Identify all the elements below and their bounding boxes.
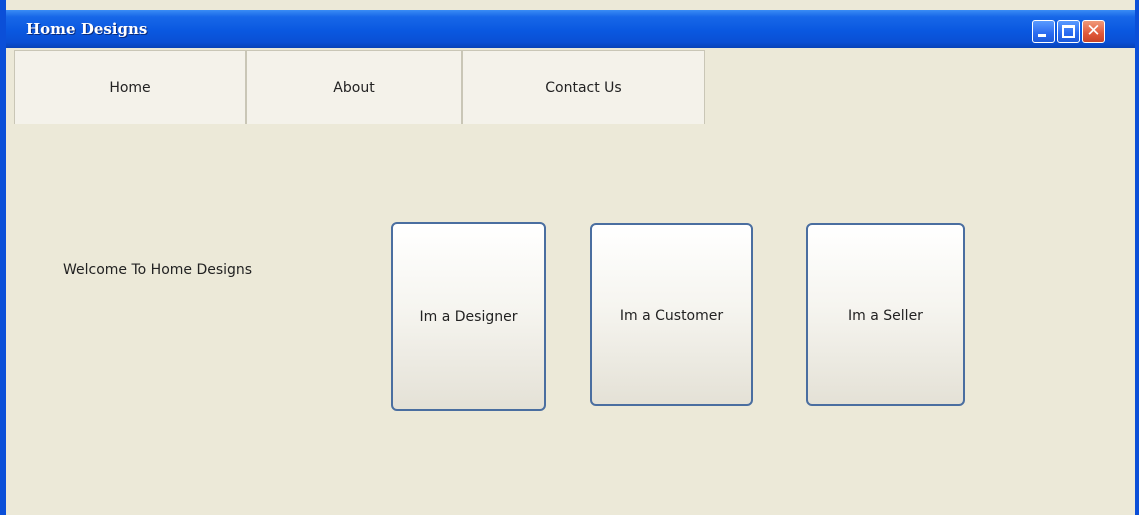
tab-home-label: Home [109, 79, 151, 96]
tab-contact-us-label: Contact Us [545, 79, 622, 96]
customer-button-label: Im a Customer [619, 308, 724, 324]
designer-button[interactable]: Im a Designer [391, 222, 546, 411]
welcome-text: Welcome To Home Designs [63, 262, 253, 278]
customer-button[interactable]: Im a Customer [590, 223, 753, 406]
window-title: Home Designs [26, 20, 148, 38]
seller-button[interactable]: Im a Seller [806, 223, 965, 406]
tab-about-label: About [333, 79, 375, 96]
tab-about[interactable]: About [246, 50, 462, 124]
tab-contact-us[interactable]: Contact Us [462, 50, 705, 124]
maximize-icon [1062, 25, 1075, 38]
seller-button-label: Im a Seller [848, 308, 923, 324]
close-icon: ✕ [1086, 21, 1101, 41]
tab-home[interactable]: Home [14, 50, 246, 124]
maximize-button[interactable] [1057, 20, 1080, 43]
close-button[interactable]: ✕ [1082, 20, 1105, 43]
minimize-button[interactable] [1032, 20, 1055, 43]
app-window: Home Designs ✕ Home About Contact Us Wel… [0, 0, 1139, 515]
minimize-icon [1038, 34, 1046, 37]
title-bar[interactable]: Home Designs ✕ [6, 10, 1135, 48]
designer-button-label: Im a Designer [419, 309, 518, 325]
